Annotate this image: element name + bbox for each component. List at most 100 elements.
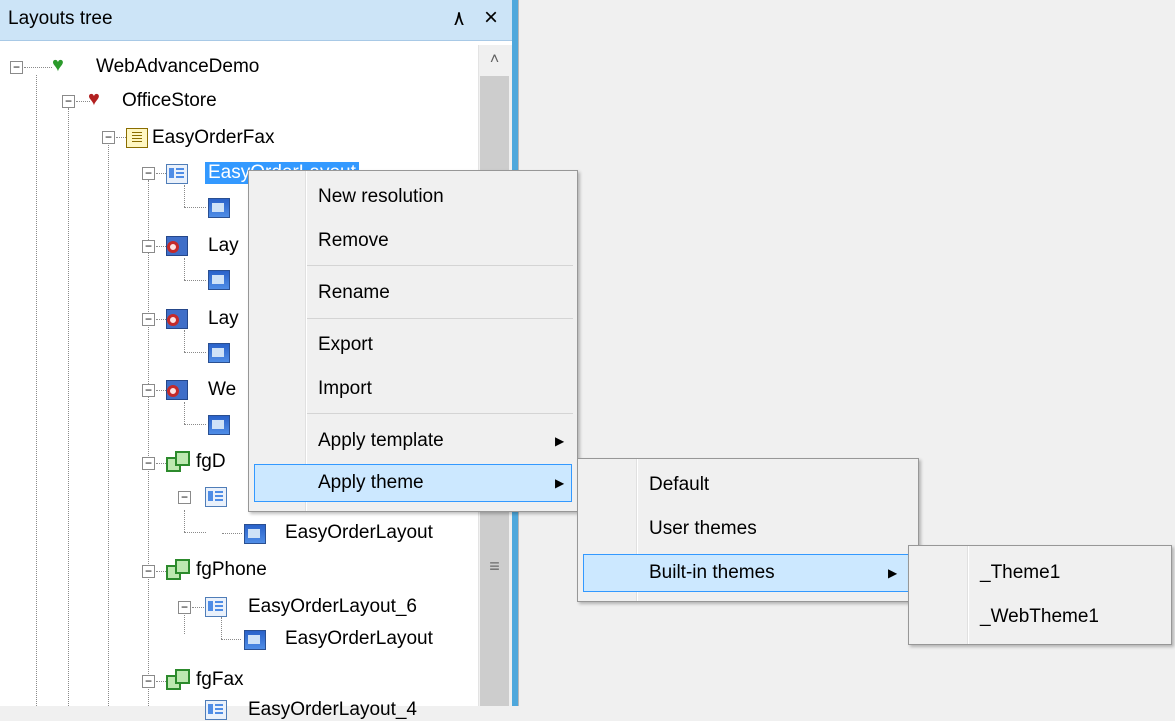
scrollbar-grip-icon: ≡ [489, 556, 500, 576]
scroll-up-arrow-icon[interactable]: ˄ [478, 45, 511, 75]
menu-item-default-theme[interactable]: Default [649, 466, 709, 504]
tree-line [156, 463, 166, 464]
tree-line [156, 390, 166, 391]
tree-line [184, 510, 185, 532]
tree-line [184, 352, 206, 353]
submenu-arrow-icon: ▶ [555, 476, 565, 490]
tree-line [184, 330, 185, 352]
tree-line [184, 185, 185, 207]
menu-item-export[interactable]: Export [318, 326, 373, 364]
context-menu: New resolution Remove Rename Export Impo… [248, 170, 578, 512]
form-group-icon [166, 559, 190, 580]
tree-line [24, 67, 52, 68]
menu-item-rename[interactable]: Rename [318, 274, 390, 312]
tree-line [36, 75, 37, 706]
panel-title: Layouts tree [8, 8, 113, 29]
tree-line [184, 280, 206, 281]
menu-item-theme1[interactable]: _Theme1 [980, 554, 1060, 592]
menu-separator [307, 318, 573, 319]
menu-gutter [305, 171, 307, 511]
web-layout-icon [166, 236, 188, 256]
tree-line [221, 617, 222, 639]
tree-line [68, 108, 69, 706]
menu-gutter [967, 546, 969, 644]
tree-node-officestore[interactable]: OfficeStore [122, 90, 217, 112]
tree-node-easyorderfax[interactable]: EasyOrderFax [152, 127, 274, 149]
tree-node-fgphone[interactable]: fgPhone [196, 559, 267, 581]
tree-node-layout-4[interactable]: We [208, 379, 236, 401]
tree-line [184, 402, 185, 424]
tree-node-fgfax[interactable]: fgFax [196, 669, 244, 691]
close-icon[interactable]: × [478, 4, 504, 32]
web-layout-icon [166, 309, 188, 329]
collapse-toggle[interactable]: − [62, 95, 75, 108]
resolution-icon [244, 524, 266, 544]
collapse-toggle[interactable]: − [142, 240, 155, 253]
tree-line [184, 532, 206, 533]
form-group-icon [166, 451, 190, 472]
tree-node-webadvancedemo[interactable]: WebAdvanceDemo [96, 56, 259, 78]
tree-line [184, 258, 185, 280]
builtin-themes-submenu: _Theme1 _WebTheme1 [908, 545, 1172, 645]
menu-item-remove[interactable]: Remove [318, 222, 389, 260]
collapse-toggle[interactable]: − [178, 601, 191, 614]
resolution-icon [208, 270, 230, 290]
menu-item-builtin-themes[interactable]: Built-in themes [649, 554, 775, 592]
pin-icon[interactable]: ٨ [447, 6, 471, 32]
tree-line [156, 173, 166, 174]
tree-line [221, 639, 241, 640]
collapse-toggle[interactable]: − [142, 457, 155, 470]
tree-node-group-d[interactable]: fgD [196, 451, 226, 473]
resolution-icon [244, 630, 266, 650]
collapse-toggle[interactable]: − [142, 675, 155, 688]
menu-separator [307, 265, 573, 266]
tree-line [222, 533, 242, 534]
collapse-toggle[interactable]: − [10, 61, 23, 74]
tree-line [108, 145, 109, 706]
tree-line [116, 137, 126, 138]
theme-submenu: Default User themes Built-in themes ▶ [577, 458, 919, 602]
resolution-icon [208, 415, 230, 435]
tree-line [156, 246, 166, 247]
menu-item-apply-theme[interactable]: Apply theme [318, 464, 424, 502]
collapse-toggle[interactable]: − [142, 167, 155, 180]
tree-line [192, 607, 204, 608]
tree-line [156, 681, 166, 682]
resolution-icon [208, 198, 230, 218]
tree-line [184, 207, 206, 208]
application-icon: ♥ [52, 54, 64, 76]
menu-item-webtheme1[interactable]: _WebTheme1 [980, 598, 1099, 636]
tree-node-phone-layout[interactable]: EasyOrderLayout_6 [248, 596, 417, 618]
collapse-toggle[interactable]: − [142, 565, 155, 578]
menu-item-user-themes[interactable]: User themes [649, 510, 757, 548]
tree-line [156, 319, 166, 320]
tree-node-fax-layout[interactable]: EasyOrderLayout_4 [248, 699, 417, 721]
submenu-arrow-icon: ▶ [555, 434, 565, 448]
submenu-arrow-icon: ▶ [888, 566, 898, 580]
form-group-icon [166, 669, 190, 690]
tree-line [156, 571, 166, 572]
panel-header: Layouts tree ٨ × [0, 0, 515, 41]
layout-icon [205, 487, 227, 507]
resolution-icon [208, 343, 230, 363]
web-layout-icon [166, 380, 188, 400]
collapse-toggle[interactable]: − [142, 384, 155, 397]
tree-line [148, 180, 149, 706]
tree-line [184, 612, 185, 634]
menu-item-import[interactable]: Import [318, 370, 372, 408]
collapse-toggle[interactable]: − [102, 131, 115, 144]
menu-item-apply-template[interactable]: Apply template [318, 422, 444, 460]
tree-line [184, 424, 206, 425]
tree-node-group-d-resolution[interactable]: EasyOrderLayout [285, 522, 433, 544]
collapse-toggle[interactable]: − [178, 491, 191, 504]
tree-node-layout-2[interactable]: Lay [208, 235, 239, 257]
menu-separator [307, 413, 573, 414]
tree-node-phone-resolution[interactable]: EasyOrderLayout [285, 628, 433, 650]
tree-node-layout-3[interactable]: Lay [208, 308, 239, 330]
menu-item-new-resolution[interactable]: New resolution [318, 178, 444, 216]
layout-icon [166, 164, 188, 184]
layout-icon [205, 700, 227, 720]
store-icon: ♥ [88, 88, 100, 110]
form-icon [126, 128, 148, 148]
collapse-toggle[interactable]: − [142, 313, 155, 326]
